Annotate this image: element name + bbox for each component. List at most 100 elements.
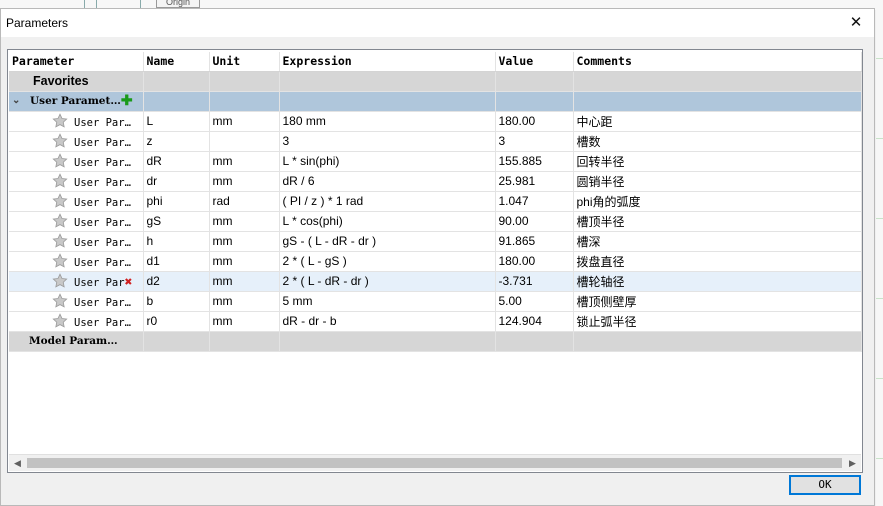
param-comment[interactable]: 槽数 xyxy=(573,131,862,152)
param-unit[interactable]: mm xyxy=(209,231,280,252)
param-expression[interactable]: L * sin(phi) xyxy=(279,151,496,172)
param-cell: User Par… xyxy=(9,211,144,232)
parameter-row[interactable]: User Par… dR mm L * sin(phi) 155.885 回转半径 xyxy=(9,151,862,172)
param-value: 90.00 xyxy=(495,211,574,232)
parameter-row[interactable]: User Par… z 3 3 槽数 xyxy=(9,131,862,152)
param-name[interactable]: d1 xyxy=(143,251,210,272)
model-parameters-group-row[interactable]: Model Param… xyxy=(9,331,862,352)
delete-x-icon[interactable]: ✖ xyxy=(125,275,133,290)
scrollbar-thumb[interactable] xyxy=(27,458,842,468)
param-comment[interactable]: 槽顶半径 xyxy=(573,211,862,232)
user-parameters-group-row[interactable]: ⌄ User Paramet…✚ xyxy=(9,91,862,112)
param-value: 124.904 xyxy=(495,311,574,332)
param-name[interactable]: r0 xyxy=(143,311,210,332)
parameter-row[interactable]: User Par… b mm 5 mm 5.00 槽顶侧壁厚 xyxy=(9,291,862,312)
param-name[interactable]: d2 xyxy=(143,271,210,292)
param-source: User Par… xyxy=(74,257,131,269)
grid-line xyxy=(876,58,883,59)
parameter-row[interactable]: User Par… Lmm 180 mm 180.00 中心距 xyxy=(9,111,862,132)
column-header-expression[interactable]: Expression xyxy=(279,52,496,72)
param-unit[interactable]: mm xyxy=(209,311,280,332)
param-unit[interactable]: mm xyxy=(209,111,280,132)
scroll-left-icon[interactable]: ◀ xyxy=(9,455,26,471)
param-name[interactable]: b xyxy=(143,291,210,312)
param-unit[interactable] xyxy=(209,131,280,152)
star-icon[interactable] xyxy=(52,153,68,169)
star-icon[interactable] xyxy=(52,272,68,289)
param-unit[interactable]: mm xyxy=(209,151,280,172)
plus-icon[interactable]: ✚ xyxy=(121,93,133,109)
param-value: 180.00 xyxy=(495,251,574,272)
ok-button[interactable]: OK xyxy=(789,475,861,495)
param-comment[interactable]: 槽顶侧壁厚 xyxy=(573,291,862,312)
column-header-parameter[interactable]: Parameter xyxy=(9,52,144,72)
param-expression[interactable]: 5 mm xyxy=(279,291,496,312)
star-icon[interactable] xyxy=(52,293,68,309)
parameter-row[interactable]: User Par… phi rad( PI / z ) * 1 rad 1.047 ph… xyxy=(9,191,862,212)
parameter-row[interactable]: User Par… d1 mm 2 * ( L - gS ) 180.00 拨盘直径 xyxy=(9,251,862,272)
param-expression[interactable]: dR - dr - b xyxy=(279,311,496,332)
param-source: User Par xyxy=(74,276,125,289)
star-icon[interactable] xyxy=(52,313,68,329)
column-header-value[interactable]: Value xyxy=(495,52,574,72)
scroll-right-icon[interactable]: ▶ xyxy=(844,455,861,471)
param-name[interactable]: z xyxy=(143,131,210,152)
user-parameters-group-cell: ⌄ User Paramet…✚ xyxy=(9,91,144,112)
parameter-row[interactable]: User Par… gS mm L * cos(phi) 90.00 槽顶半径 xyxy=(9,211,862,232)
param-unit[interactable]: mm xyxy=(209,291,280,312)
chevron-down-icon[interactable]: ⌄ xyxy=(12,95,24,106)
param-comment[interactable]: 圆销半径 xyxy=(573,171,862,192)
parameter-row[interactable]: User Par… r0 mm dR - dr - b 124.904 锁止弧半径 xyxy=(9,311,862,332)
param-unit[interactable]: mm xyxy=(209,211,280,232)
param-cell: User Par… xyxy=(9,231,144,252)
param-name[interactable]: gS xyxy=(143,211,210,232)
parameter-row[interactable]: User Par… h mm gS - ( L - dR - dr ) 91.865 槽深 xyxy=(9,231,862,252)
param-unit[interactable]: mm xyxy=(209,171,280,192)
param-unit[interactable]: rad xyxy=(209,191,280,212)
star-icon[interactable] xyxy=(52,253,68,269)
param-expression[interactable]: 3 xyxy=(279,131,496,152)
parameter-row[interactable]: User Par✖ d2 mm 2 * ( L - dR - dr ) -3.731 槽轮… xyxy=(9,271,862,292)
column-header-unit[interactable]: Unit xyxy=(209,52,280,72)
star-icon[interactable] xyxy=(52,193,68,209)
param-comment[interactable]: 槽深 xyxy=(573,231,862,252)
param-comment[interactable]: 拨盘直径 xyxy=(573,251,862,272)
column-header-comments[interactable]: Comments xyxy=(573,52,862,72)
param-comment[interactable]: 槽轮轴径 xyxy=(573,271,862,292)
star-icon[interactable] xyxy=(52,133,68,149)
param-cell: User Par… xyxy=(9,311,144,332)
origin-label: Origin xyxy=(156,0,200,8)
star-icon[interactable] xyxy=(52,113,68,129)
param-name[interactable]: dr xyxy=(143,171,210,192)
param-expression[interactable]: 180 mm xyxy=(279,111,496,132)
param-expression[interactable]: dR / 6 xyxy=(279,171,496,192)
param-source: User Par… xyxy=(74,317,131,329)
param-comment[interactable]: 锁止弧半径 xyxy=(573,311,862,332)
star-icon[interactable] xyxy=(52,213,68,229)
param-comment[interactable]: phi角的弧度 xyxy=(573,191,862,212)
parameter-row[interactable]: User Par… dr mm dR / 6 25.981 圆销半径 xyxy=(9,171,862,192)
star-icon[interactable] xyxy=(52,173,68,189)
param-name[interactable]: L xyxy=(143,111,210,132)
param-expression[interactable]: ( PI / z ) * 1 rad xyxy=(279,191,496,212)
param-expression[interactable]: 2 * ( L - gS ) xyxy=(279,251,496,272)
param-unit[interactable]: mm xyxy=(209,271,280,292)
param-value: 155.885 xyxy=(495,151,574,172)
star-icon[interactable] xyxy=(52,233,68,249)
param-expression[interactable]: 2 * ( L - dR - dr ) xyxy=(279,271,496,292)
param-value: 91.865 xyxy=(495,231,574,252)
param-unit[interactable]: mm xyxy=(209,251,280,272)
param-name[interactable]: dR xyxy=(143,151,210,172)
favorites-group-row[interactable]: Favorites xyxy=(9,71,862,92)
close-icon[interactable]: ✕ xyxy=(846,13,866,33)
grid-line xyxy=(876,138,883,139)
param-name[interactable]: h xyxy=(143,231,210,252)
column-header-name[interactable]: Name xyxy=(143,52,210,72)
param-comment[interactable]: 回转半径 xyxy=(573,151,862,172)
param-expression[interactable]: L * cos(phi) xyxy=(279,211,496,232)
param-expression[interactable]: gS - ( L - dR - dr ) xyxy=(279,231,496,252)
param-name[interactable]: phi xyxy=(143,191,210,212)
param-cell: User Par… xyxy=(9,191,144,212)
param-comment[interactable]: 中心距 xyxy=(573,111,862,132)
horizontal-scrollbar[interactable]: ◀ ▶ xyxy=(9,454,861,471)
